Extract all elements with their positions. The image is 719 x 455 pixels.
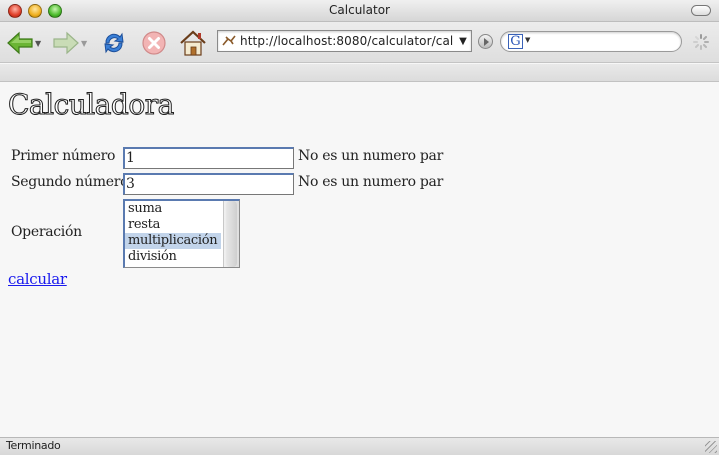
url-text[interactable]: http://localhost:8080/calculator/cal [236,34,455,48]
reload-button[interactable] [100,28,128,58]
operation-select-scroll-thumb[interactable] [226,201,237,267]
site-favicon-icon [222,35,236,46]
page-content: Calculadora Primer número 1 No es un num… [0,83,719,437]
title-bar: Calculator [0,0,719,22]
url-history-dropdown-icon[interactable]: ▼ [455,36,471,47]
search-bar[interactable]: G ▼ [500,31,682,52]
throbber-icon [693,34,709,50]
google-search-engine-icon[interactable]: G [508,34,523,49]
operation-option-suma[interactable]: suma [125,201,221,217]
browser-window: Calculator ▼ ▼ http://localhost:8080/cal… [0,0,719,455]
navigation-toolbar: ▼ ▼ http://localhost:8080/calculator/cal… [0,22,719,63]
window-title: Calculator [329,3,390,17]
operation-option-division[interactable]: división [125,249,221,265]
operation-select[interactable]: suma resta multiplicación división [123,199,240,268]
bookmarks-toolbar [0,64,719,82]
forward-history-chevron-icon[interactable]: ▼ [81,39,87,48]
home-button[interactable] [178,28,208,58]
back-button[interactable]: ▼ [6,28,41,58]
toolbar-toggle-button[interactable] [691,5,711,16]
resize-grip-icon[interactable] [705,441,717,453]
operation-option-multiplicacion[interactable]: multiplicación [125,233,221,249]
operation-option-resta[interactable]: resta [125,217,221,233]
search-engine-chevron-icon[interactable]: ▼ [525,36,530,44]
first-number-validation-message: No es un numero par [298,148,443,164]
go-button[interactable] [478,34,493,49]
second-number-label: Segundo número [11,174,129,190]
back-arrow-icon [7,31,33,55]
status-text: Terminado [6,439,61,452]
first-number-label: Primer número [11,148,116,164]
page-title: Calculadora [8,88,175,122]
second-number-input[interactable]: 3 [123,173,294,195]
second-number-validation-message: No es un numero par [298,174,443,190]
back-history-chevron-icon[interactable]: ▼ [35,39,41,48]
stop-button[interactable] [140,28,168,58]
forward-arrow-icon [53,31,79,55]
calculate-link[interactable]: calcular [8,270,67,288]
address-bar[interactable]: http://localhost:8080/calculator/cal ▼ [217,30,472,52]
stop-icon [142,31,166,55]
first-number-input[interactable]: 1 [123,147,294,169]
home-icon [180,30,206,56]
operation-select-scrollbar[interactable] [223,201,239,267]
status-bar: Terminado [0,437,719,455]
operation-label: Operación [11,224,82,240]
forward-button[interactable]: ▼ [52,28,87,58]
reload-icon [104,32,124,54]
